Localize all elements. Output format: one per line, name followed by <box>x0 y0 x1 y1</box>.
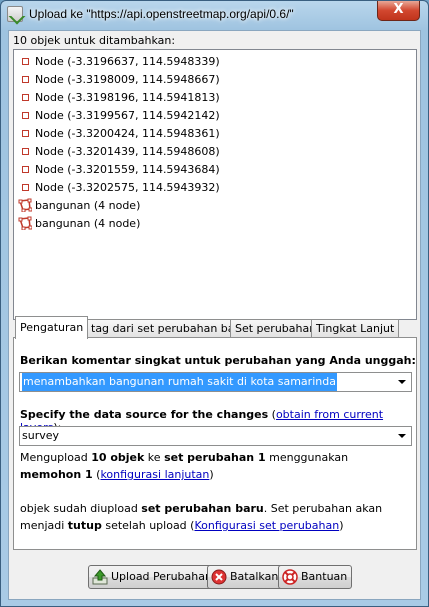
node-icon <box>22 57 29 65</box>
button-bar: Upload Perubahan Batalkan Bantuan <box>9 561 422 591</box>
upload-button-label: Upload Perubahan <box>111 570 212 583</box>
help-button-label: Bantuan <box>301 570 348 583</box>
way-polygon-icon <box>18 198 32 212</box>
list-item-label: Node (-3.3196637, 114.5948339) <box>35 55 220 68</box>
list-item-node[interactable]: Node (-3.3202575, 114.5943932) <box>18 179 220 197</box>
info-text: objek sudah diupload <box>20 502 142 515</box>
upload-dialog-window: Upload ke "https://api.openstreetmap.org… <box>0 0 429 607</box>
node-icon <box>22 129 29 137</box>
list-item-label: bangunan (4 node) <box>35 199 141 212</box>
tab-changesets[interactable]: Set perubahan <box>230 319 322 338</box>
info-bold: 10 objek <box>91 451 145 464</box>
upload-button[interactable]: Upload Perubahan <box>88 565 217 589</box>
window-title: Upload ke "https://api.openstreetmap.org… <box>29 7 294 21</box>
chevron-down-icon[interactable] <box>393 427 411 445</box>
upload-icon <box>92 569 108 585</box>
node-icon <box>22 147 29 155</box>
info-text: ke <box>144 451 165 464</box>
info-bold: set perubahan 1 <box>164 451 266 464</box>
info-text: setelah upload ( <box>101 519 195 532</box>
list-item-node[interactable]: Node (-3.3201559, 114.5943684) <box>18 161 220 179</box>
tab-advanced[interactable]: Tingkat Lanjut <box>311 319 400 338</box>
info-text: ) <box>209 468 214 481</box>
node-icon <box>22 93 29 101</box>
tab-pengaturan[interactable]: Pengaturan <box>15 316 89 339</box>
tab-changeset-tags[interactable]: tag dari set perubahan baru <box>86 319 252 338</box>
cancel-button-label: Batalkan <box>230 570 279 583</box>
cancel-icon <box>211 569 227 585</box>
node-icon <box>22 165 29 173</box>
list-item-label: bangunan (4 node) <box>35 217 141 230</box>
advanced-config-link[interactable]: konfigurasi lanjutan <box>100 468 209 481</box>
source-label-text: Specify the data source for the changes <box>20 408 269 421</box>
comment-value[interactable]: menambahkan bangunan rumah sakit di kota… <box>22 373 337 391</box>
list-item-way[interactable]: bangunan (4 node) <box>18 197 140 215</box>
list-item-label: Node (-3.3198009, 114.5948667) <box>35 73 220 86</box>
info-text: Mengupload <box>20 451 92 464</box>
upload-strategy-info: Mengupload 10 objek ke set perubahan 1 m… <box>20 449 412 483</box>
settings-panel: Berikan komentar singkat untuk perubahan… <box>13 337 417 550</box>
source-value[interactable]: survey <box>22 427 59 445</box>
changeset-config-link[interactable]: Konfigurasi set perubahan <box>194 519 339 532</box>
info-bold: tutup <box>67 519 102 532</box>
list-item-node[interactable]: Node (-3.3198196, 114.5941813) <box>18 89 220 107</box>
list-item-label: Node (-3.3202575, 114.5943932) <box>35 181 220 194</box>
list-item-node[interactable]: Node (-3.3196637, 114.5948339) <box>18 53 220 71</box>
info-text: ) <box>339 519 344 532</box>
list-item-node[interactable]: Node (-3.3199567, 114.5942142) <box>18 107 220 125</box>
close-button[interactable]: X <box>377 1 420 21</box>
info-bold: set perubahan baru <box>141 502 264 515</box>
node-icon <box>22 111 29 119</box>
list-item-label: Node (-3.3198196, 114.5941813) <box>35 91 220 104</box>
changeset-info: objek sudah diupload set perubahan baru.… <box>20 500 412 534</box>
node-icon <box>22 183 29 191</box>
list-item-node[interactable]: Node (-3.3201439, 114.5948608) <box>18 143 220 161</box>
source-combobox[interactable]: survey <box>19 426 412 446</box>
info-text: menggunakan <box>265 451 349 464</box>
cancel-button[interactable]: Batalkan <box>207 565 284 589</box>
comment-combobox[interactable]: menambahkan bangunan rumah sakit di kota… <box>19 372 412 392</box>
dialog-content: 10 objek untuk ditambahkan: Node (-3.319… <box>8 30 421 600</box>
chevron-down-icon[interactable] <box>393 373 411 391</box>
list-item-way[interactable]: bangunan (4 node) <box>18 215 140 233</box>
tab-strip: Pengaturan tag dari set perubahan baru S… <box>13 316 417 339</box>
josm-app-icon <box>7 6 23 22</box>
list-item-label: Node (-3.3201559, 114.5943684) <box>35 163 220 176</box>
help-button[interactable]: Bantuan <box>278 565 353 589</box>
list-item-label: Node (-3.3199567, 114.5942142) <box>35 109 220 122</box>
objects-label: 10 objek untuk ditambahkan: <box>13 34 176 47</box>
object-list[interactable]: Node (-3.3196637, 114.5948339) Node (-3.… <box>13 49 417 320</box>
title-bar[interactable]: Upload ke "https://api.openstreetmap.org… <box>1 1 428 29</box>
list-item-label: Node (-3.3201439, 114.5948608) <box>35 145 220 158</box>
list-item-node[interactable]: Node (-3.3198009, 114.5948667) <box>18 71 220 89</box>
comment-label: Berikan komentar singkat untuk perubahan… <box>20 354 416 367</box>
help-lifebuoy-icon <box>282 569 298 585</box>
way-polygon-icon <box>18 216 32 230</box>
list-item-node[interactable]: Node (-3.3200424, 114.5948361) <box>18 125 220 143</box>
list-item-label: Node (-3.3200424, 114.5948361) <box>35 127 220 140</box>
info-bold: memohon 1 <box>20 468 93 481</box>
node-icon <box>22 75 29 83</box>
